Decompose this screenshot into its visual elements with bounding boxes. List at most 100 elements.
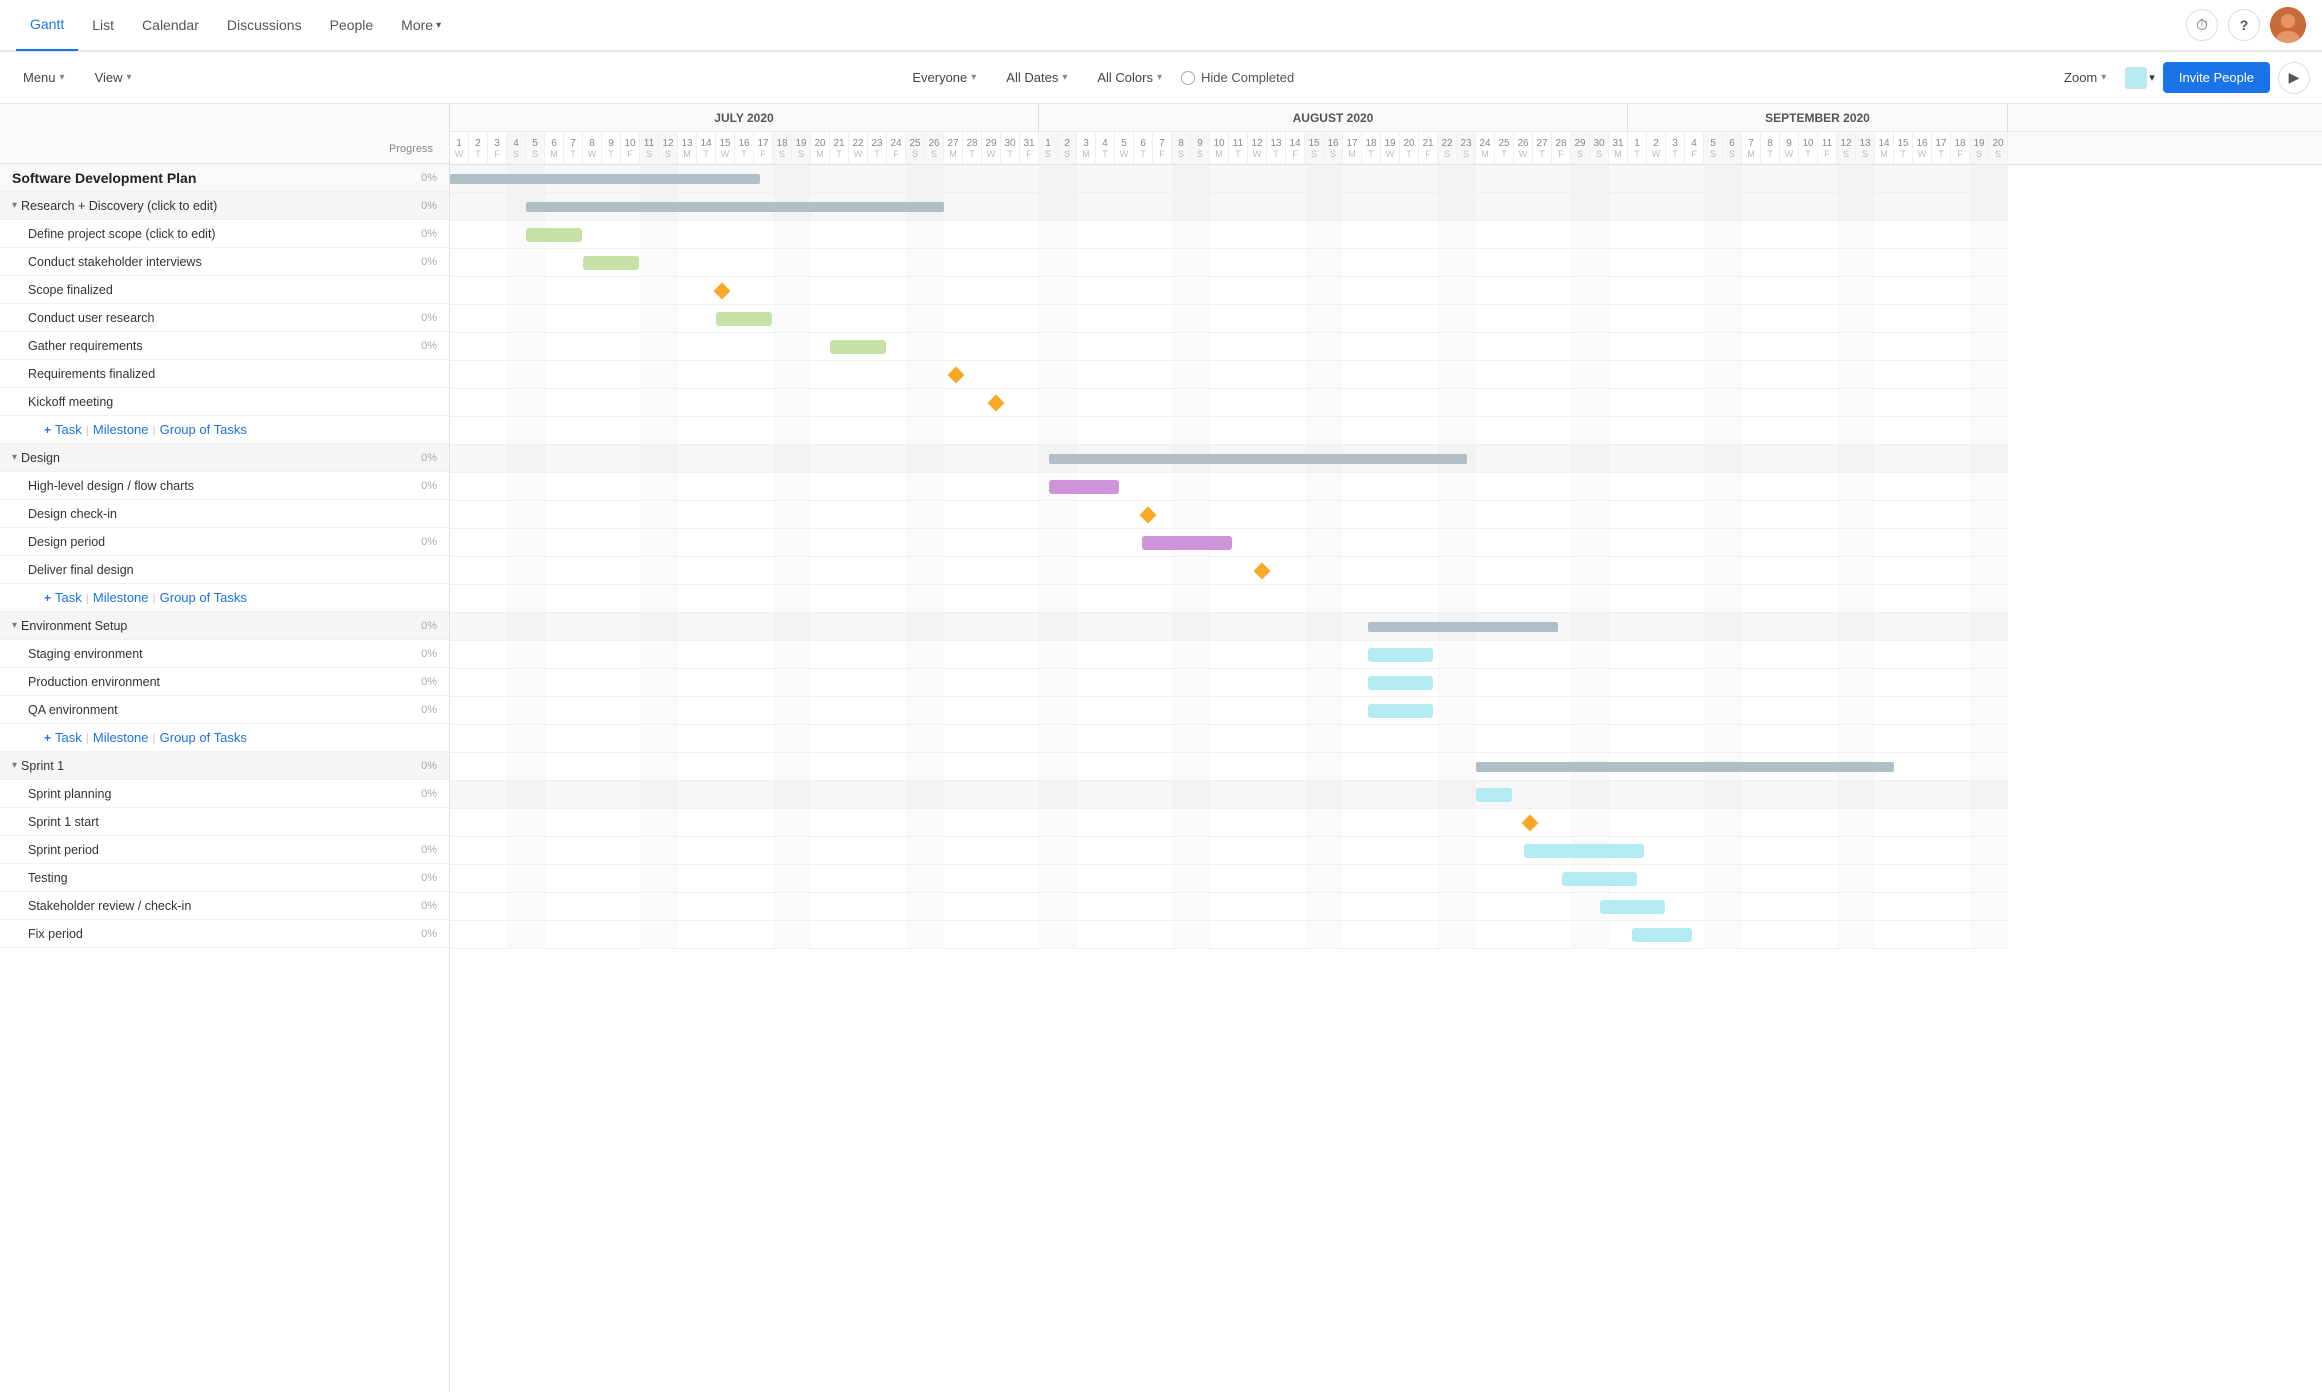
clock-icon-btn[interactable]: ⏱ [2186,9,2218,41]
group-row-env[interactable]: ▾ Environment Setup 0% [0,612,449,640]
tab-more[interactable]: More ▾ [387,0,455,51]
gantt-bar[interactable] [526,228,582,242]
add-task-link-research[interactable]: Task [55,422,82,437]
task-name-s1[interactable]: Sprint planning [28,787,407,801]
group-row-sprint1[interactable]: ▾ Sprint 1 0% [0,752,449,780]
task-name-s4[interactable]: Testing [28,871,407,885]
task-name-6[interactable]: Requirements finalized [28,367,407,381]
task-name-d3[interactable]: Design period [28,535,407,549]
export-icon-btn[interactable]: ▶ [2278,62,2310,94]
weekend-bg [526,669,545,696]
weekend-bg [1704,389,1723,416]
gantt-bar[interactable] [583,256,639,270]
group-toggle-icon[interactable]: ▾ [12,200,17,211]
task-name-d4[interactable]: Deliver final design [28,563,407,577]
tab-discussions[interactable]: Discussions [213,0,316,51]
group-toggle-icon[interactable]: ▾ [12,760,17,771]
hide-completed-toggle[interactable]: Hide Completed [1181,70,1294,85]
add-milestone-link-env[interactable]: Milestone [93,730,149,745]
add-group-link-design[interactable]: Group of Tasks [160,590,247,605]
add-task-link-env[interactable]: Task [55,730,82,745]
group-row-design[interactable]: ▾ Design 0% [0,444,449,472]
task-name-e1[interactable]: Staging environment [28,647,407,661]
group-row-research[interactable]: ▾ Research + Discovery (click to edit) 0… [0,192,449,220]
gantt-bar[interactable] [1368,704,1433,718]
add-milestone-link-research[interactable]: Milestone [93,422,149,437]
weekend-bg [792,249,811,276]
tab-gantt[interactable]: Gantt [16,0,78,51]
milestone-diamond[interactable] [1254,563,1271,580]
gantt-bar[interactable] [1476,788,1512,802]
task-name-3[interactable]: Scope finalized [28,283,407,297]
task-name-d1[interactable]: High-level design / flow charts [28,479,407,493]
weekend-bg [773,725,792,752]
task-name-d2[interactable]: Design check-in [28,507,407,521]
task-name-7[interactable]: Kickoff meeting [28,395,407,409]
task-name-5[interactable]: Gather requirements [28,339,407,353]
task-name-1[interactable]: Define project scope (click to edit) [28,227,407,241]
gantt-row [450,445,2008,473]
everyone-button[interactable]: Everyone ▾ [901,63,987,92]
group-toggle-icon[interactable]: ▾ [12,452,17,463]
weekend-bg [640,361,659,388]
milestone-diamond[interactable] [948,367,965,384]
gantt-bar[interactable] [830,340,886,354]
task-row-s1: Sprint planning 0% [0,780,449,808]
weekend-bg [1172,305,1191,332]
help-icon-btn[interactable]: ? [2228,9,2260,41]
task-name-s5[interactable]: Stakeholder review / check-in [28,899,407,913]
gantt-bar[interactable] [716,312,772,326]
avatar[interactable] [2270,7,2306,43]
gantt-bar[interactable] [1562,872,1637,886]
view-button[interactable]: View ▾ [84,63,143,92]
day-cell: 3 M [1077,132,1096,164]
gantt-bar[interactable] [1600,900,1665,914]
gantt-bar[interactable] [1368,648,1433,662]
tab-calendar[interactable]: Calendar [128,0,213,51]
weekend-bg [1989,417,2008,444]
color-swatch-1[interactable] [2125,67,2147,89]
weekend-bg [1305,529,1324,556]
add-row-research: + Task | Milestone | Group of Tasks [0,416,449,444]
task-name-s3[interactable]: Sprint period [28,843,407,857]
gantt-bar[interactable] [1632,928,1692,942]
view-label: View [95,70,123,85]
task-name-2[interactable]: Conduct stakeholder interviews [28,255,407,269]
weekend-bg [1305,557,1324,584]
gantt-bar[interactable] [1368,676,1433,690]
weekend-bg [1172,277,1191,304]
milestone-diamond[interactable] [988,395,1005,412]
milestone-diamond[interactable] [714,283,731,300]
tab-people[interactable]: People [316,0,388,51]
invite-people-button[interactable]: Invite People [2163,62,2270,93]
allcolors-button[interactable]: All Colors ▾ [1086,63,1173,92]
task-name-4[interactable]: Conduct user research [28,311,407,325]
day-cell: 20 M [811,132,830,164]
zoom-button[interactable]: Zoom ▾ [2053,63,2117,92]
weekend-bg [906,249,925,276]
weekend-bg [1970,221,1989,248]
add-group-link-env[interactable]: Group of Tasks [160,730,247,745]
weekend-bg [1457,529,1476,556]
alldates-button[interactable]: All Dates ▾ [995,63,1078,92]
gantt-bar[interactable] [1524,844,1644,858]
tab-list[interactable]: List [78,0,128,51]
task-name-s6[interactable]: Fix period [28,927,407,941]
gantt-bar[interactable] [1049,480,1119,494]
add-task-link-design[interactable]: Task [55,590,82,605]
task-name-e2[interactable]: Production environment [28,675,407,689]
add-group-link-research[interactable]: Group of Tasks [160,422,247,437]
weekend-bg [659,837,678,864]
milestone-diamond[interactable] [1522,815,1539,832]
add-milestone-link-design[interactable]: Milestone [93,590,149,605]
task-name-s2[interactable]: Sprint 1 start [28,815,407,829]
menu-button[interactable]: Menu ▾ [12,63,76,92]
add-plus-icon: + [44,423,51,437]
weekend-bg [773,473,792,500]
milestone-diamond[interactable] [1140,507,1157,524]
task-name-e3[interactable]: QA environment [28,703,407,717]
weekend-bg [1989,333,2008,360]
weekend-bg [507,333,526,360]
group-toggle-icon[interactable]: ▾ [12,620,17,631]
gantt-bar[interactable] [1142,536,1232,550]
